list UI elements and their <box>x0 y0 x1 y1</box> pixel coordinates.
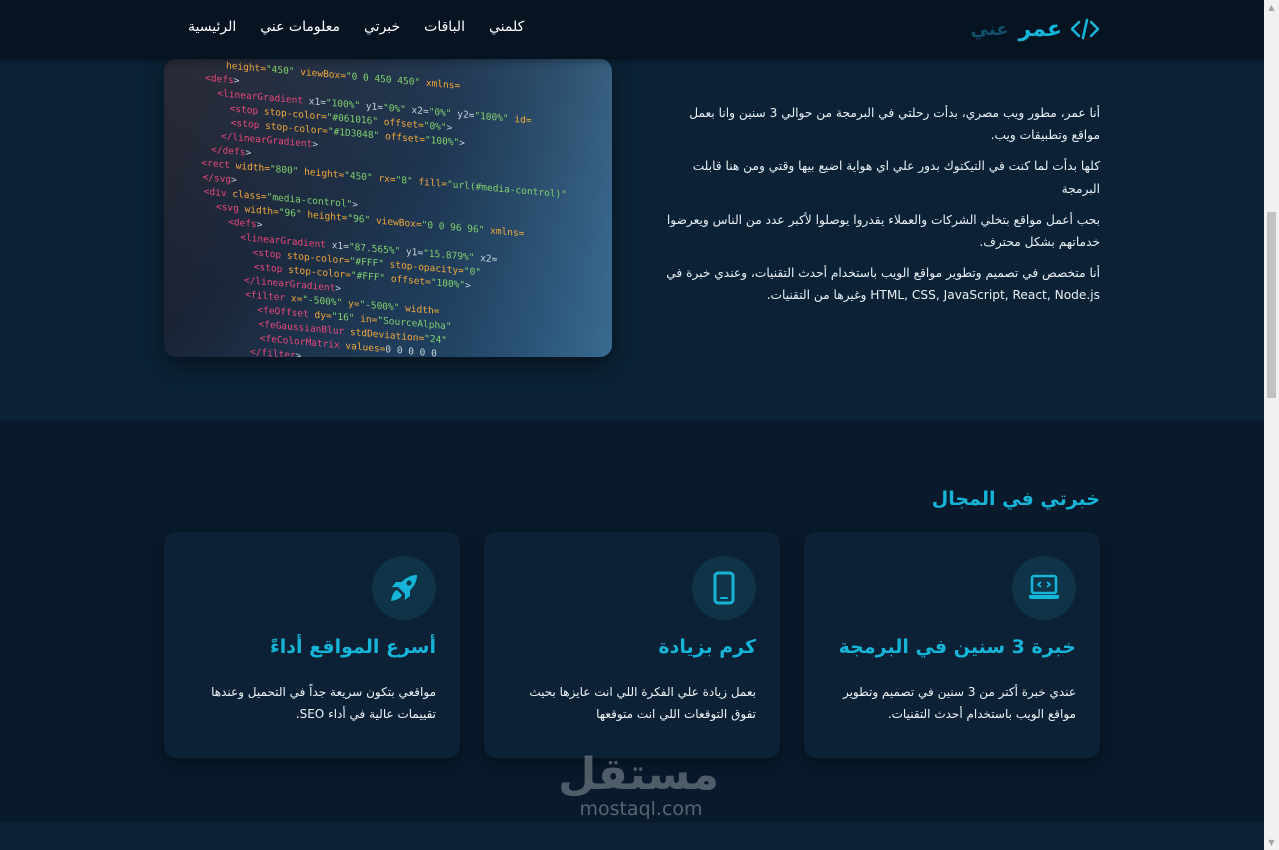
expertise-card-experience: خبرة 3 سنين في البرمجة عندي خبرة أكتر من… <box>804 532 1100 758</box>
about-paragraph-2: كلها بدأت لما كنت في التيكتوك بدور علي ا… <box>692 159 1100 196</box>
about-paragraph-4: أنا متخصص في تصميم وتطوير مواقع الويب با… <box>666 266 1100 303</box>
page-viewport: height="450" viewBox="0 0 450 450" xmlns… <box>0 0 1264 850</box>
code-brackets-icon <box>1070 18 1100 40</box>
code-screenshot-svg: height="450" viewBox="0 0 450 450" xmlns… <box>164 59 612 357</box>
nav-link-about[interactable]: معلومات عني <box>260 19 340 35</box>
card-text-speed: مواقعي بتكون سريعة جداً في التحميل وعنده… <box>211 685 436 721</box>
nav-link-home[interactable]: الرئيسية <box>188 19 236 35</box>
card-title-speed: أسرع المواقع أداءً <box>270 636 436 658</box>
nav-link-packages[interactable]: الباقات <box>424 19 465 35</box>
expertise-title: خبرتي في المجال <box>931 488 1100 510</box>
brand-name: عمر <box>1018 16 1062 42</box>
nav-link-contact[interactable]: كلمني <box>489 19 524 35</box>
brand-logo[interactable]: عمر عني <box>971 13 1100 45</box>
scroll-down-arrow-icon[interactable]: ▼ <box>1264 835 1279 850</box>
next-section-edge <box>0 822 1264 850</box>
laptop-code-icon <box>1012 556 1076 620</box>
expertise-cards: خبرة 3 سنين في البرمجة عندي خبرة أكتر من… <box>164 532 1100 758</box>
about-text: أنا عمر، مطور ويب مصري، بدأت رحلتي في ال… <box>660 102 1100 316</box>
about-paragraph-1: أنا عمر، مطور ويب مصري، بدأت رحلتي في ال… <box>689 106 1100 143</box>
mobile-phone-icon <box>692 556 756 620</box>
code-screenshot-image: height="450" viewBox="0 0 450 450" xmlns… <box>164 59 612 357</box>
brand-ghost-text: عني <box>970 18 1009 40</box>
card-title-generosity: كرم بزيادة <box>658 636 756 658</box>
vertical-scrollbar[interactable]: ▲ ▼ <box>1264 0 1279 850</box>
scrollbar-thumb[interactable] <box>1267 212 1276 398</box>
about-section: height="450" viewBox="0 0 450 450" xmlns… <box>0 0 1264 421</box>
nav-link-experience[interactable]: خبرتي <box>364 19 400 35</box>
about-paragraph-3: بحب أعمل مواقع بتخلي الشركات والعملاء يق… <box>666 212 1100 250</box>
nav-links: الرئيسية معلومات عني خبرتي الباقات كلمني <box>188 19 524 35</box>
expertise-card-speed: أسرع المواقع أداءً مواقعي بتكون سريعة جد… <box>164 532 460 758</box>
card-title-experience: خبرة 3 سنين في البرمجة <box>838 636 1076 658</box>
scroll-up-arrow-icon[interactable]: ▲ <box>1264 0 1279 15</box>
rocket-icon <box>372 556 436 620</box>
card-text-generosity: بعمل زيادة علي الفكرة اللي انت عايزها بح… <box>529 685 756 721</box>
top-navbar: عمر عني الرئيسية معلومات عني خبرتي الباق… <box>0 0 1264 59</box>
expertise-card-generosity: كرم بزيادة بعمل زيادة علي الفكرة اللي ان… <box>484 532 780 758</box>
card-text-experience: عندي خبرة أكتر من 3 سنين في تصميم وتطوير… <box>842 685 1076 721</box>
